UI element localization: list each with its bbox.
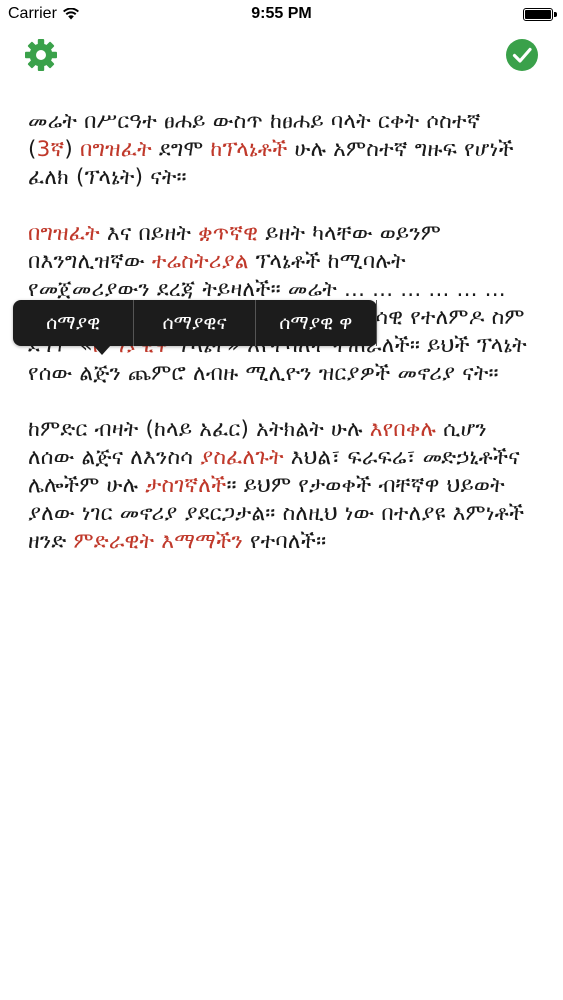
paragraph: መሬት በሥርዓተ ፀሐይ ውስጥ ከፀሐይ ባላት ርቀት ሶስተኛ (3ኛ)…	[28, 108, 528, 192]
highlighted-word[interactable]: 3ኛ	[37, 137, 65, 162]
text-run: እና በይዘት	[99, 221, 199, 246]
checkmark-circle-icon	[506, 39, 538, 71]
highlighted-word[interactable]: ቋጥኛዊ	[198, 221, 258, 246]
text-run: )	[64, 137, 80, 162]
battery-icon	[523, 8, 557, 21]
highlighted-word[interactable]: ተሬስትሪያል	[152, 249, 249, 274]
text-run: ከምድር ብዛት (ከላይ አፈር) አትክልት ሁሉ	[28, 417, 370, 442]
text-run: የተባለች።	[242, 529, 327, 554]
highlighted-word[interactable]: ያስፈለጉት	[200, 445, 284, 470]
highlighted-word[interactable]: ታስገኛለች	[145, 473, 226, 498]
suggestion-item-2[interactable]: ሰማያዊና	[134, 300, 256, 346]
highlighted-word[interactable]: በግዝፈት	[28, 221, 100, 246]
suggestion-item-1[interactable]: ሰማያዊ	[13, 300, 135, 346]
menu-pointer	[93, 345, 111, 355]
done-button[interactable]	[505, 38, 539, 72]
highlighted-word[interactable]: እየበቀሉ	[370, 417, 436, 442]
status-bar: Carrier 9:55 PM	[0, 0, 563, 30]
highlighted-word[interactable]: በግዝፈት	[80, 137, 152, 162]
text-run: ደግሞ	[151, 137, 211, 162]
paragraph: ከምድር ብዛት (ከላይ አፈር) አትክልት ሁሉ እየበቀሉ ሲሆን ለሰ…	[28, 416, 528, 556]
highlighted-word[interactable]: ምድራዊት	[73, 529, 154, 554]
suggestion-menu: ሰማያዊ ሰማያዊና ሰማያዊ ዋ	[13, 300, 377, 355]
gear-icon	[25, 39, 57, 71]
settings-button[interactable]	[24, 38, 58, 72]
highlighted-word[interactable]: እማማችን	[161, 529, 243, 554]
suggestion-item-3[interactable]: ሰማያዊ ዋ	[256, 300, 377, 346]
battery-fill	[525, 10, 551, 19]
highlighted-word[interactable]: ከፕላኔቶች	[210, 137, 287, 162]
clock: 9:55 PM	[251, 5, 312, 22]
